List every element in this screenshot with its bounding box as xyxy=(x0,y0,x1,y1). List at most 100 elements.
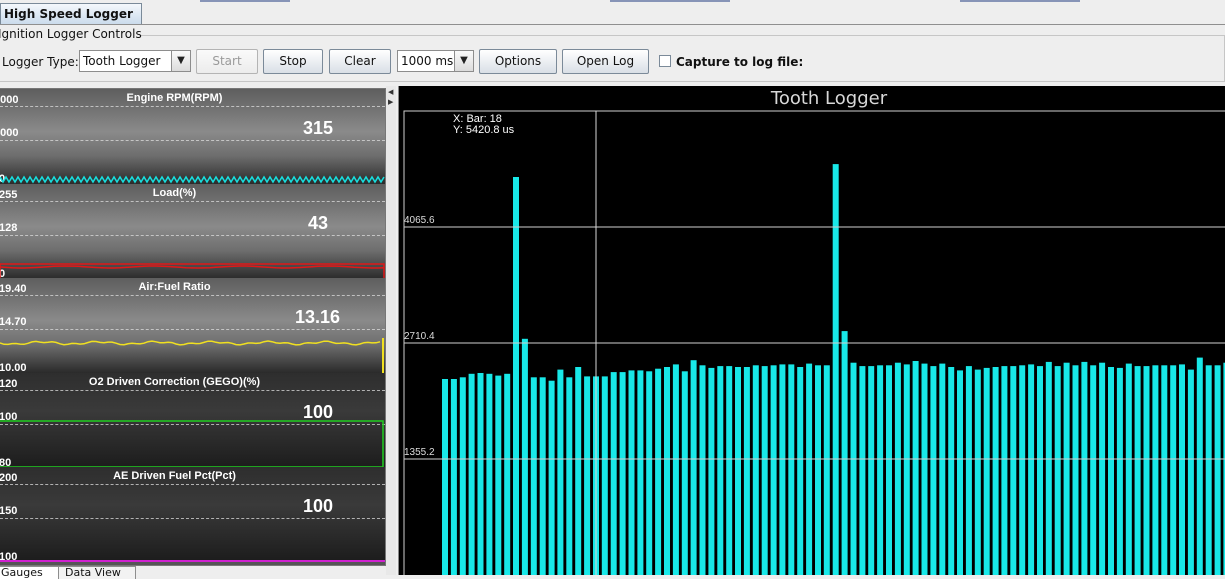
title-decoration xyxy=(200,0,290,2)
tab-data-view[interactable]: Data View xyxy=(58,566,136,579)
window-top-bar: High Speed Logger xyxy=(0,0,1225,25)
cursor-y-readout: Y: 5420.8 us xyxy=(453,124,515,136)
title-decoration xyxy=(960,0,1080,2)
y-tick-label: 4065.6 xyxy=(404,215,435,226)
tooth-bar xyxy=(1143,366,1150,575)
interval-select[interactable]: 1000 ms ▼ xyxy=(397,50,474,72)
tooth-bar xyxy=(442,379,448,575)
tooth-bar xyxy=(1037,366,1043,575)
tooth-bar xyxy=(735,367,741,575)
options-button[interactable]: Options xyxy=(479,49,557,74)
gauge-3[interactable]: Air:Fuel Ratio 19.40 14.70 10.00 13.16 xyxy=(0,278,385,373)
tooth-bar xyxy=(1090,365,1097,575)
tooth-bar xyxy=(477,373,484,575)
gauge-trace xyxy=(0,420,384,468)
tooth-bar xyxy=(610,372,617,575)
tooth-bar xyxy=(930,366,937,575)
tooth-bar xyxy=(726,366,733,575)
tooth-bar xyxy=(628,370,635,575)
tooth-bar xyxy=(1019,365,1026,575)
tooth-bar xyxy=(486,373,493,575)
y-tick-label: 1355.2 xyxy=(404,447,435,458)
tab-gauges[interactable]: Gauges xyxy=(0,566,62,579)
tooth-bar xyxy=(1179,364,1185,575)
tooth-bar xyxy=(601,376,608,575)
tooth-bar xyxy=(619,372,626,575)
tooth-bar xyxy=(468,373,475,575)
tooth-bar xyxy=(948,367,955,575)
tooth-bar xyxy=(1010,366,1017,575)
tooth-bar xyxy=(1214,365,1221,575)
tooth-bar xyxy=(575,367,582,575)
stop-button[interactable]: Stop xyxy=(263,49,323,74)
chevron-down-icon[interactable]: ▼ xyxy=(171,51,190,71)
tooth-bar xyxy=(708,367,715,575)
tooth-bar xyxy=(939,363,946,575)
collapse-left-icon[interactable]: ◀ xyxy=(388,88,393,96)
gauge-trace xyxy=(0,263,385,279)
tooth-bar xyxy=(815,365,821,575)
tooth-bar xyxy=(1205,365,1212,575)
gauge-5[interactable]: AE Driven Fuel Pct(Pct) 200 150 100 100 xyxy=(0,467,385,562)
tooth-bar xyxy=(1125,363,1132,575)
tooth-bar xyxy=(584,376,591,575)
clear-button[interactable]: Clear xyxy=(329,49,391,74)
tooth-bar xyxy=(699,365,706,575)
tooth-bar xyxy=(530,377,537,575)
gauge-trace xyxy=(0,560,385,562)
capture-checkbox[interactable] xyxy=(659,55,671,67)
tooth-bar xyxy=(886,365,892,575)
tooth-bar xyxy=(548,380,555,575)
panel-splitter[interactable]: ◀ ▶ xyxy=(386,86,396,575)
tooth-bar xyxy=(974,369,981,575)
tooth-bar xyxy=(761,366,768,575)
rpm-trace-line xyxy=(0,175,385,184)
tooth-bar xyxy=(1116,367,1123,575)
gauge-panel: Engine RPM(RPM)800040000315Load(%)255128… xyxy=(0,88,386,566)
tooth-bar xyxy=(859,366,866,575)
tooth-bar xyxy=(1063,362,1070,575)
tooth-bar xyxy=(770,365,777,575)
tooth-bar xyxy=(690,360,697,575)
tooth-bar xyxy=(655,368,662,575)
gauge-4[interactable]: O2 Driven Correction (GEGO)(%) 120 100 80 10… xyxy=(0,373,385,468)
tooth-bar xyxy=(1045,361,1052,575)
tooth-logger-chart[interactable]: Tooth Logger X: Bar: 18 Y: 5420.8 us 406… xyxy=(398,86,1225,575)
tooth-bar xyxy=(894,362,901,575)
tooth-bar xyxy=(1108,367,1114,575)
start-button[interactable]: Start xyxy=(196,49,258,74)
tooth-bar xyxy=(539,377,546,575)
tooth-bar xyxy=(637,370,644,575)
y-tick-label: 2710.4 xyxy=(404,331,435,342)
gauge-1[interactable]: Engine RPM(RPM)800040000315 xyxy=(0,89,385,184)
open-log-button[interactable]: Open Log xyxy=(562,49,649,74)
tooth-bar xyxy=(965,366,972,575)
group-border xyxy=(140,35,1225,36)
load-trace-line xyxy=(0,265,385,269)
logger-type-label: Logger Type: xyxy=(2,55,79,69)
tooth-bar xyxy=(672,364,679,575)
gauge-2[interactable]: Load(%)255128043 xyxy=(0,184,385,279)
tooth-bar xyxy=(1187,369,1194,575)
tab-underline xyxy=(0,24,1225,25)
tooth-bar xyxy=(992,367,999,575)
tooth-bar xyxy=(504,373,511,575)
tooth-bar xyxy=(779,364,786,575)
tooth-bar xyxy=(797,367,804,575)
tab-high-speed-logger[interactable]: High Speed Logger xyxy=(0,3,142,25)
chart-plot xyxy=(403,110,1225,575)
title-decoration xyxy=(610,0,730,2)
gego-trace-box xyxy=(0,420,384,468)
tooth-bar xyxy=(1099,362,1106,575)
logger-type-select[interactable]: Tooth Logger ▼ xyxy=(79,50,191,72)
tooth-bar xyxy=(513,177,519,575)
tooth-bar xyxy=(957,370,963,575)
tooth-bar xyxy=(681,371,688,575)
expand-right-icon[interactable]: ▶ xyxy=(388,98,393,106)
tooth-bar xyxy=(1161,365,1168,575)
tooth-bar xyxy=(877,365,884,575)
tooth-bar xyxy=(557,369,564,575)
tooth-bar xyxy=(823,365,830,575)
tooth-bar xyxy=(566,377,573,575)
chevron-down-icon[interactable]: ▼ xyxy=(454,51,473,71)
